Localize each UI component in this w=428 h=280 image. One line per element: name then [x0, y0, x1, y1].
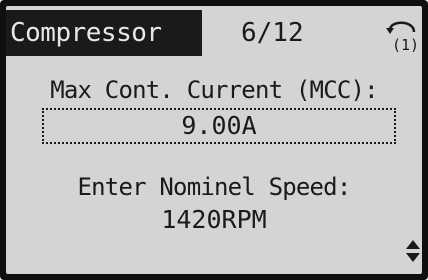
menu-title: Compressor — [6, 10, 202, 56]
back-arrow-icon[interactable]: (1) — [384, 12, 424, 54]
header-bar: Compressor 6/12 (1) — [6, 10, 422, 56]
parameter-label: Max Cont. Current (MCC): — [50, 76, 378, 104]
info-value: 1420RPM — [161, 205, 267, 234]
parameter-value-field[interactable]: 9.00A — [42, 108, 396, 144]
info-label: Enter Nominel Speed: — [77, 173, 352, 201]
up-down-arrows-icon[interactable] — [404, 238, 422, 264]
back-badge: (1) — [392, 36, 419, 54]
page-counter: 6/12 — [241, 18, 304, 48]
